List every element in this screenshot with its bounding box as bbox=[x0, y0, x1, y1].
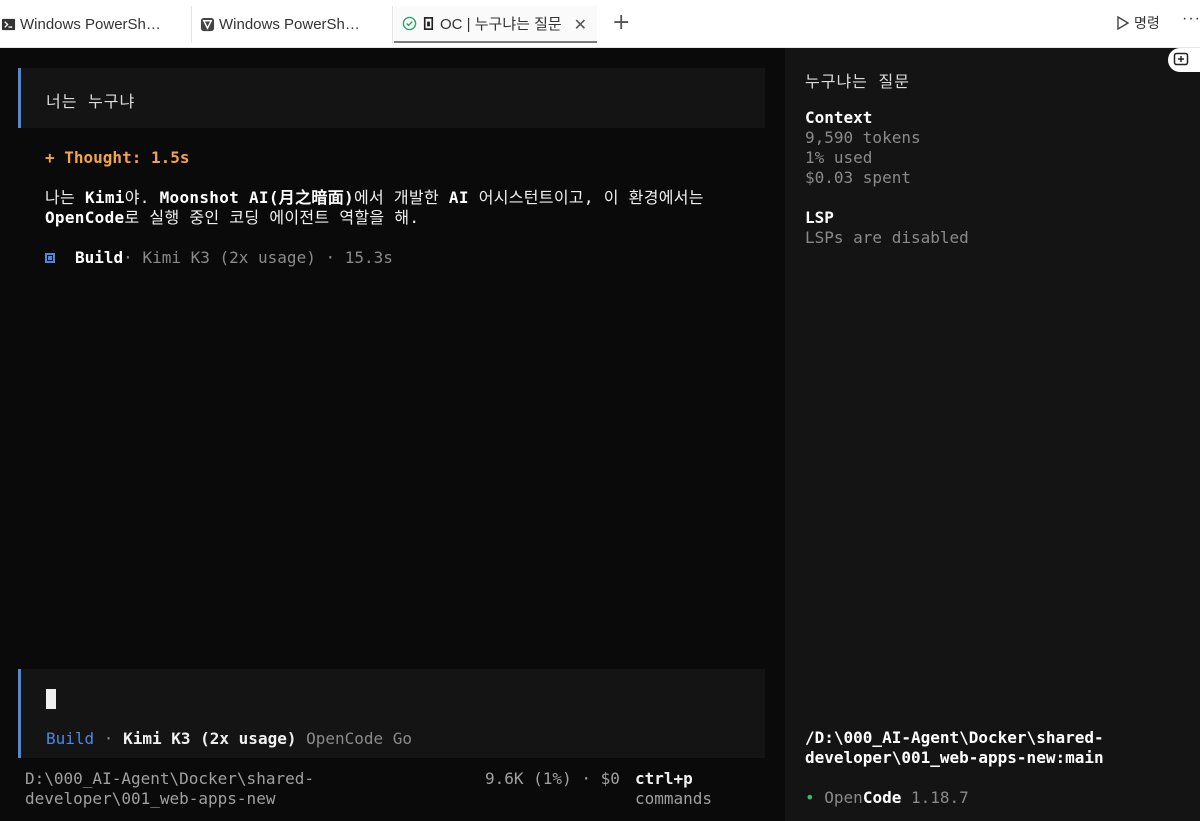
prompt-model[interactable]: Kimi K3 (2x usage) bbox=[123, 729, 296, 748]
user-message-text: 너는 누구냐 bbox=[46, 92, 136, 111]
brand-code: Code bbox=[862, 788, 902, 807]
build-info: Build · Kimi K3 (2x usage) · 15.3s bbox=[45, 248, 393, 267]
status-check-icon bbox=[402, 16, 417, 31]
prompt-provider: OpenCode Go bbox=[296, 729, 413, 748]
assistant-answer: 나는 Kimi야. Moonshot AI(月之暗面)에서 개발한 AI 어시스… bbox=[45, 188, 745, 228]
tab-opencode[interactable]: OC | 누구냐는 질문 ✕ bbox=[394, 6, 597, 43]
opencode-icon bbox=[423, 17, 434, 30]
text-cursor bbox=[46, 689, 56, 709]
tab-powershell-1[interactable]: Windows PowerSh… bbox=[0, 6, 192, 43]
tab-label: Windows PowerSh… bbox=[20, 16, 161, 33]
answer-text: 로 실행 중인 코딩 에이전트 역할을 해. bbox=[124, 208, 420, 227]
shortcut-key: ctrl+p bbox=[635, 769, 693, 788]
play-icon bbox=[1117, 16, 1129, 30]
status-dot-icon: • bbox=[805, 788, 815, 807]
build-meta: · Kimi K3 (2x usage) · 15.3s bbox=[123, 248, 393, 267]
context-tokens: 9,590 tokens bbox=[805, 128, 921, 147]
session-title: 누구냐는 질문 bbox=[805, 72, 910, 91]
answer-text: 에서 개발한 bbox=[353, 188, 449, 207]
answer-bold: OpenCode bbox=[45, 208, 125, 227]
context-used: 1% used bbox=[805, 148, 873, 167]
prompt-input[interactable]: Build · Kimi K3 (2x usage) OpenCode Go bbox=[18, 669, 765, 758]
brand-open: Open bbox=[824, 788, 863, 807]
prompt-separator: · bbox=[94, 729, 124, 748]
prompt-model-info: Build · Kimi K3 (2x usage) OpenCode Go bbox=[46, 729, 412, 748]
answer-bold: AI bbox=[448, 188, 469, 207]
prompt-agent[interactable]: Build bbox=[46, 729, 94, 748]
app-version: • OpenCode 1.18.7 bbox=[805, 788, 969, 807]
lsp-heading: LSP bbox=[805, 208, 834, 227]
context-spent: $0.03 spent bbox=[805, 168, 911, 187]
context-heading: Context bbox=[805, 108, 873, 127]
answer-bold: Kimi bbox=[84, 188, 125, 207]
more-options-icon[interactable]: ··· bbox=[1182, 10, 1200, 28]
status-path: D:\000_AI-Agent\Docker\shared-developer\… bbox=[25, 769, 314, 808]
build-square-icon bbox=[45, 252, 55, 263]
answer-bold: Moonshot AI(月之暗面) bbox=[159, 188, 354, 207]
close-icon[interactable]: ✕ bbox=[574, 15, 587, 35]
powershell-icon bbox=[200, 17, 215, 32]
tab-label: Windows PowerSh… bbox=[219, 16, 360, 33]
tab-powershell-2[interactable]: Windows PowerSh… bbox=[193, 6, 393, 43]
workspace-path: /D:\000_AI-Agent\Docker\shared-developer… bbox=[805, 728, 1104, 767]
user-message: 너는 누구냐 bbox=[18, 68, 765, 128]
terminal-pane[interactable]: 너는 누구냐 + Thought: 1.5s 나는 Kimi야. Moonsho… bbox=[0, 48, 785, 821]
status-usage: 9.6K (1%) · $0 bbox=[485, 769, 620, 788]
answer-text: 어시스턴트이고, 이 환경에서는 bbox=[468, 188, 704, 207]
context-section: Context 9,590 tokens 1% used $0.03 spent bbox=[805, 108, 921, 188]
add-comment-icon bbox=[1173, 52, 1189, 66]
status-shortcut: ctrl+p commands bbox=[635, 769, 712, 809]
run-label: 명령 bbox=[1134, 15, 1160, 31]
thought-toggle[interactable]: + Thought: 1.5s bbox=[45, 148, 190, 167]
run-command-button[interactable]: 명령 bbox=[1116, 13, 1160, 33]
lsp-status: LSPs are disabled bbox=[805, 228, 969, 247]
new-tab-button[interactable]: + bbox=[612, 10, 630, 36]
floating-panel-button[interactable] bbox=[1168, 48, 1200, 72]
lsp-section: LSP LSPs are disabled bbox=[805, 208, 969, 248]
shortcut-description: commands bbox=[635, 789, 713, 808]
tab-bar: Windows PowerSh… Windows PowerSh… OC | 누… bbox=[0, 0, 1200, 48]
answer-text: 야. bbox=[124, 188, 160, 207]
build-agent: Build bbox=[75, 248, 124, 267]
terminal-icon bbox=[1, 18, 16, 31]
answer-text: 나는 bbox=[45, 188, 85, 207]
tab-label: OC | 누구냐는 질문 bbox=[440, 16, 562, 33]
session-sidebar: 누구냐는 질문 Context 9,590 tokens 1% used $0.… bbox=[785, 48, 1200, 821]
version-number: 1.18.7 bbox=[901, 788, 969, 807]
